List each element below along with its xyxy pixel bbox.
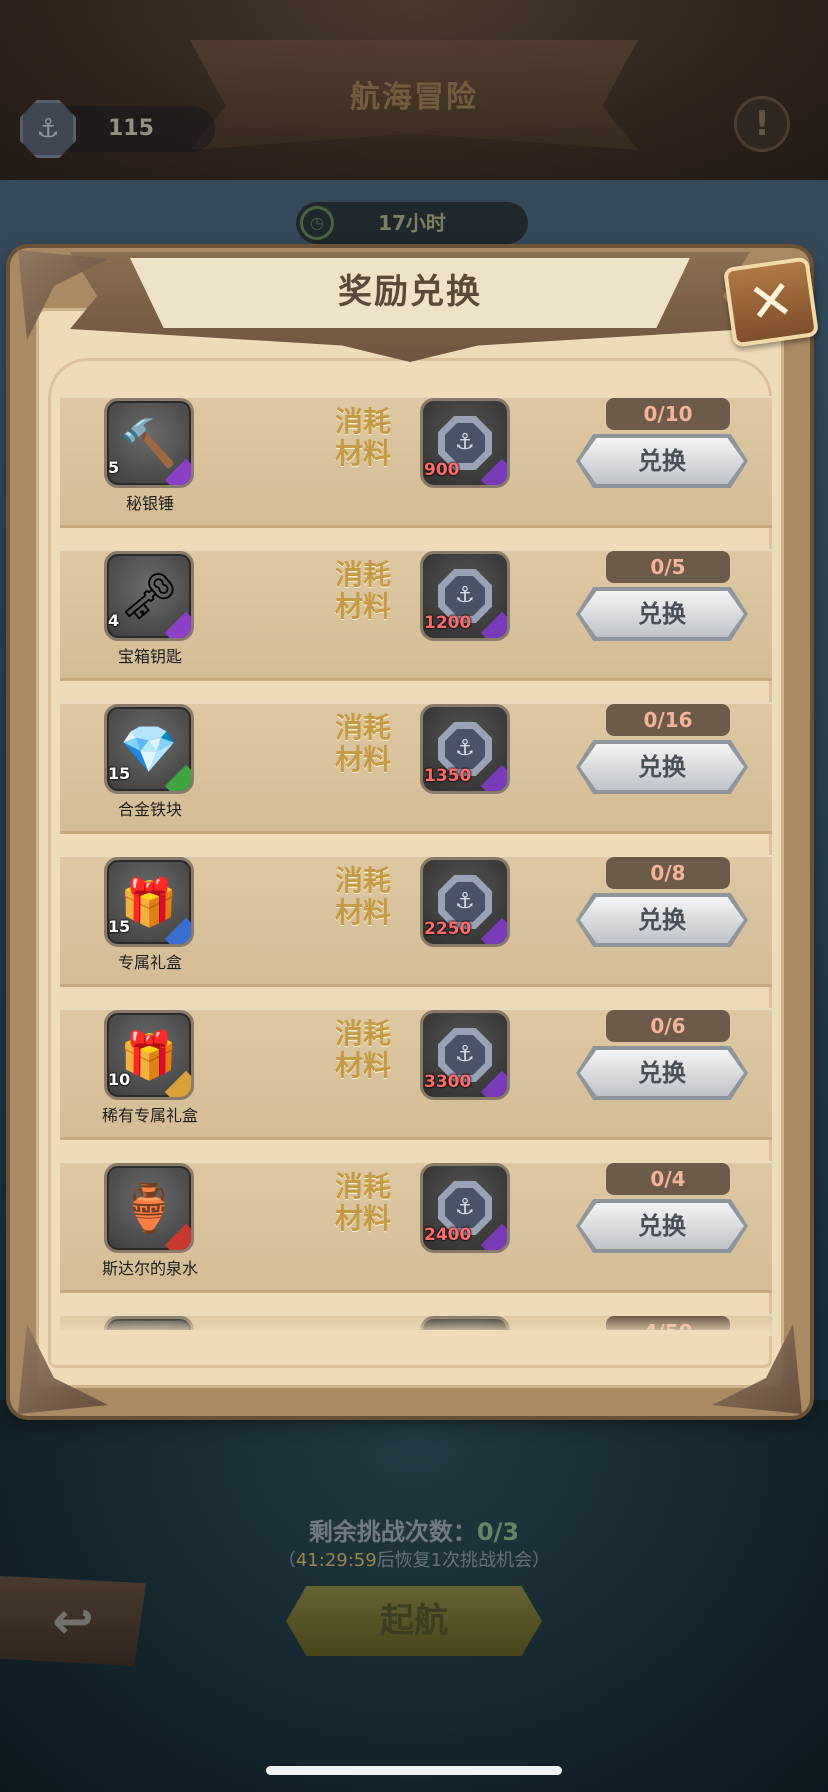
exchange-button[interactable]: 兑换 [580,591,744,637]
resource-value: 115 [108,116,154,141]
anchor-coin-icon: ⚓ [445,576,485,616]
item-quantity: 10 [108,1070,131,1089]
exchange-row: 🏺 斯达尔的泉水 消耗 材料 ⚓ 2400 0/4 兑换 [60,1161,772,1293]
exchange-button[interactable]: 兑换 [580,1203,744,1249]
cost-label: 消耗 材料 [334,405,391,470]
item-quantity: 5 [108,458,120,477]
item-name: 宝箱钥匙 [117,647,182,666]
exchange-row: 🎁 10 稀有专属礼盒 消耗 材料 ⚓ 3300 0/6 兑换 [60,1008,772,1140]
sail-button[interactable]: 起航 [286,1586,542,1656]
anchor-coin-icon: ⚓ [445,882,485,922]
fountain-icon: 🏺 [120,1180,178,1235]
item-name: 合金铁块 [117,800,182,819]
exchange-button[interactable]: 兑换 [580,1050,744,1096]
dialog-title: 奖励兑换 [338,272,482,312]
item-name: 斯达尔的泉水 [101,1259,198,1278]
exchange-row: 🎁 15 专属礼盒 消耗 材料 ⚓ 2250 0/8 兑换 [60,855,772,987]
exchange-button[interactable]: 兑换 [580,438,744,484]
item-slot[interactable]: 🏺 [104,1163,194,1253]
challenges-value: 0/3 [476,1518,520,1546]
close-icon: ✕ [744,267,798,336]
exchange-limit: 0/10 [606,398,730,430]
close-button[interactable]: ✕ [722,256,820,348]
clock-icon: ◷ [300,206,334,240]
anchor-coin-icon: ⚓ [445,1188,485,1228]
item-quantity: 15 [108,917,131,936]
cost-value: 2250 [424,919,472,939]
exchange-row: 🔨 5 秘银锤 消耗 材料 ⚓ 900 0/10 兑换 [60,396,772,528]
exchange-row: 💎 15 合金铁块 消耗 材料 ⚓ 1350 0/16 兑换 [60,702,772,834]
item-name: 稀有专属礼盒 [101,1106,198,1125]
exchange-button[interactable]: 兑换 [580,744,744,790]
challenges-remaining: 剩余挑战次数：0/3 [0,1512,828,1547]
cost-label: 消耗 材料 [334,864,391,929]
exchange-limit: 0/8 [606,857,730,889]
hammer-icon: 🔨 [120,415,178,470]
cost-value: 1350 [424,766,472,786]
anchor-coin-icon: ⚓ [445,423,485,463]
home-indicator [266,1766,562,1775]
item-name: 秘银锤 [125,494,174,513]
key-icon: 🗝 [119,568,179,623]
recover-info: （41:29:59后恢复1次挑战机会） [0,1546,828,1572]
recover-time: 41:29:59 [295,1550,377,1571]
exchange-limit: 0/6 [606,1010,730,1042]
exchange-button[interactable]: 兑换 [580,897,744,943]
reward-exchange-dialog: 奖励兑换 🔨 5 秘银锤 消耗 材料 ⚓ 900 0/10 兑换 🗝 4 宝箱钥… [10,248,820,1416]
anchor-coin-icon: ⚓ [445,729,485,769]
back-arrow-icon: ↩ [52,1592,94,1650]
back-button[interactable]: ↩ [0,1576,146,1666]
cost-label: 消耗 材料 [334,558,391,623]
cost-value: 1200 [424,613,472,633]
recover-suffix: 后恢复1次挑战机会） [376,1550,551,1571]
cost-value: 3300 [424,1072,472,1092]
exchange-row: 🗝 4 宝箱钥匙 消耗 材料 ⚓ 1200 0/5 兑换 [60,549,772,681]
exchange-limit: 0/5 [606,551,730,583]
cost-label: 消耗 材料 [334,711,391,776]
anchor-coin-icon: ⚓ [445,1035,485,1075]
cost-label: 消耗 材料 [334,1170,391,1235]
item-name: 专属礼盒 [117,953,182,972]
recover-prefix: （ [277,1550,296,1571]
exchange-list[interactable]: 🔨 5 秘银锤 消耗 材料 ⚓ 900 0/10 兑换 🗝 4 宝箱钥匙 消耗 … [60,396,772,1330]
exchange-limit: 0/4 [606,1163,730,1195]
exchange-limit: 0/16 [606,704,730,736]
exclamation-icon[interactable]: ! [734,96,790,152]
challenges-label: 剩余挑战次数： [308,1518,477,1546]
cost-value: 2400 [424,1225,472,1245]
cost-label: 消耗 材料 [334,1017,391,1082]
item-quantity: 4 [108,611,120,630]
cost-value: 900 [424,460,460,480]
item-quantity: 15 [108,764,131,783]
